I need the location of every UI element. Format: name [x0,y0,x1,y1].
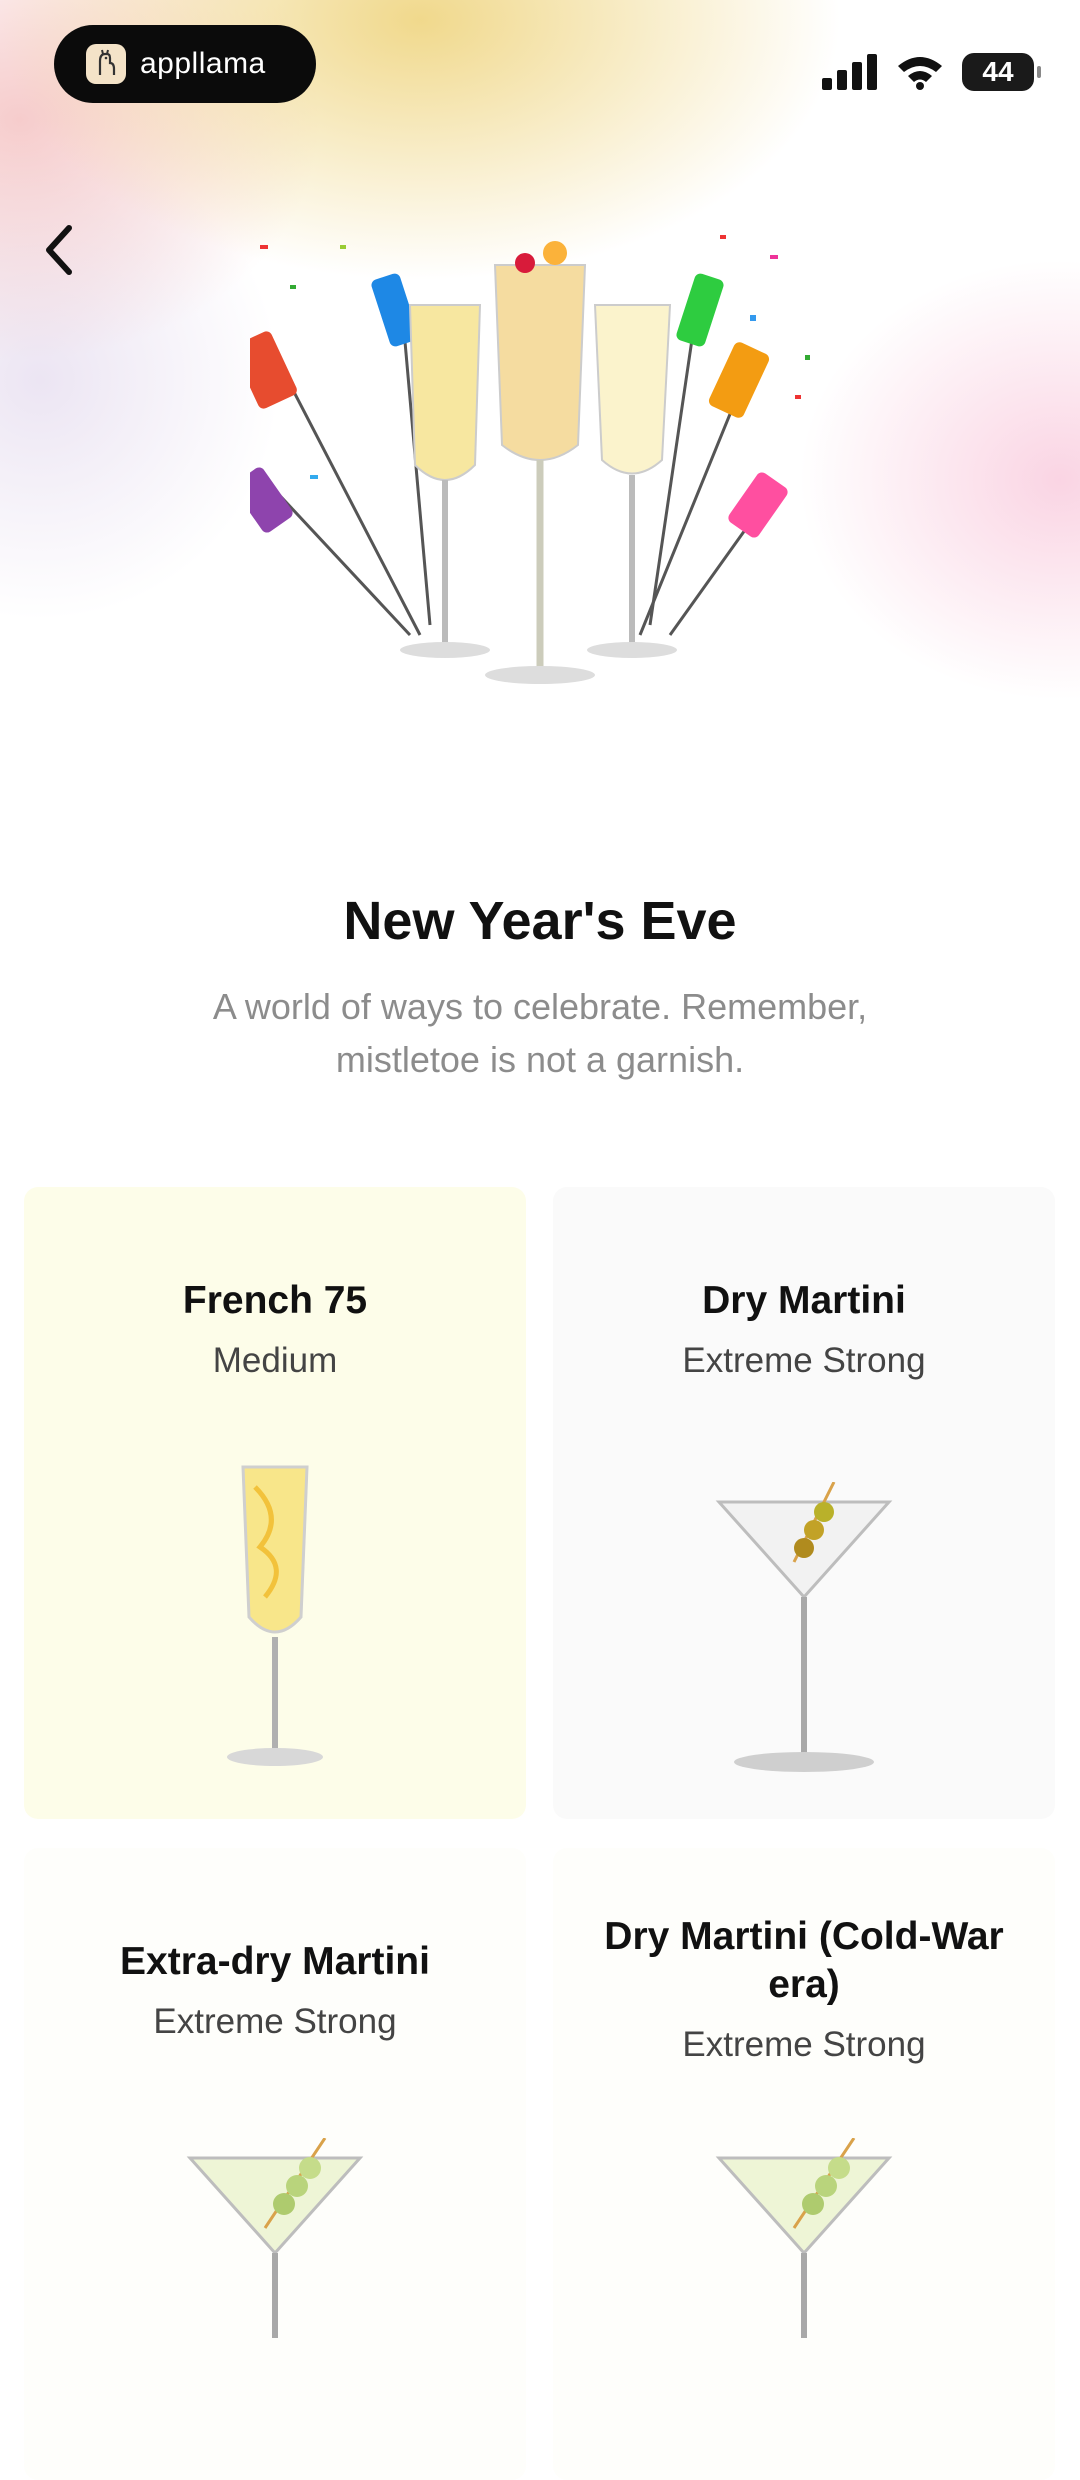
app-badge[interactable]: appllama [54,25,316,103]
page-subtitle: A world of ways to celebrate. Remember, … [212,986,868,1080]
cocktail-name: French 75 [182,1279,368,1322]
chevron-left-icon [46,225,72,275]
signal-icon [822,54,877,90]
cocktail-card-dry-martini-cold-war[interactable]: Dry Martini (Cold-War era) Extreme Stron… [553,1848,1055,2480]
status-bar: 44 [822,50,1041,94]
martini-glass-icon [186,2138,364,2338]
martini-glass-icon [715,1482,893,1772]
cocktail-strength: Extreme Strong [682,2025,926,2064]
cocktail-strength: Extreme Strong [682,1341,926,1380]
page-title: New Year's Eve [343,891,737,951]
champagne-glasses-icon [400,241,677,684]
app-badge-label: appllama [140,47,266,80]
wifi-icon [898,57,942,90]
cocktail-name: Extra-dry Martini [120,1940,430,1983]
cocktail-card-dry-martini[interactable]: Dry Martini Extreme Strong [553,1187,1055,1819]
battery-indicator: 44 [962,53,1041,91]
cocktail-strength: Extreme Strong [153,2002,397,2041]
flute-glass-icon [227,1465,323,1766]
cocktail-card-extra-dry-martini[interactable]: Extra-dry Martini Extreme Strong [24,1848,526,2480]
back-button[interactable] [34,220,84,280]
martini-glass-icon [715,2138,893,2338]
llama-logo-icon [86,44,126,84]
cocktail-card-french-75[interactable]: French 75 Medium [24,1187,526,1819]
cocktail-name: Dry Martini [702,1279,906,1322]
cocktail-name: Dry Martini (Cold-War era) [604,1915,1004,2006]
celebration-cocktails-image [250,235,810,684]
cocktail-strength: Medium [212,1341,338,1380]
